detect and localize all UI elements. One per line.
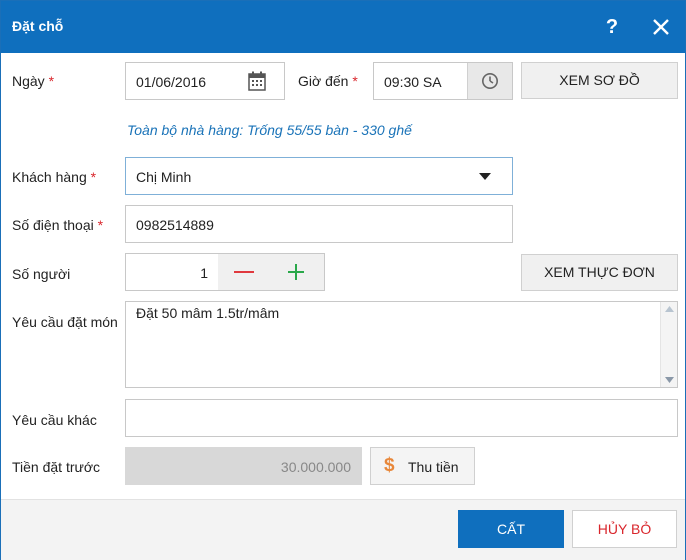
dish-request-label: Yêu cầu đặt món (12, 314, 118, 330)
scroll-up-icon[interactable] (665, 306, 674, 312)
dollar-icon: $ (384, 455, 395, 476)
deposit-field: 30.000.000 (125, 447, 362, 485)
textarea-scrollbar[interactable] (660, 302, 677, 387)
dish-request-value: Đặt 50 mâm 1.5tr/mâm (136, 305, 280, 321)
guests-value-box[interactable]: 1 (126, 254, 218, 290)
cancel-button[interactable]: HỦY BỎ (572, 510, 677, 548)
date-label: Ngày * (12, 73, 55, 89)
calendar-icon (248, 71, 266, 91)
dialog-title: Đặt chỗ (12, 18, 64, 34)
title-bar: Đặt chỗ ? (1, 1, 685, 53)
plus-icon (288, 264, 304, 280)
guests-label: Số người (12, 266, 71, 282)
guests-stepper: 1 (125, 253, 325, 291)
time-label: Giờ đến * (298, 73, 358, 89)
dish-request-textarea[interactable]: Đặt 50 mâm 1.5tr/mâm (125, 301, 678, 388)
phone-value: 0982514889 (136, 217, 214, 233)
deposit-value: 30.000.000 (280, 459, 351, 475)
availability-info: Toàn bộ nhà hàng: Trống 55/55 bàn - 330 … (127, 122, 412, 138)
date-value: 01/06/2016 (136, 74, 207, 90)
help-button[interactable]: ? (599, 13, 625, 41)
time-value: 09:30 SA (384, 74, 442, 90)
customer-label: Khách hàng * (12, 169, 97, 185)
date-picker-button[interactable] (248, 71, 266, 94)
phone-label: Số điện thoại * (12, 217, 104, 233)
date-field[interactable]: 01/06/2016 (125, 62, 285, 100)
save-button[interactable]: CẤT (458, 510, 564, 548)
guests-value: 1 (200, 265, 208, 281)
customer-value: Chị Minh (136, 169, 192, 185)
time-picker-button[interactable] (467, 63, 512, 99)
caret-down-icon (479, 173, 491, 180)
booking-dialog: Đặt chỗ ? Ngày * 01/06/2016 Giờ đến * 09… (0, 0, 686, 560)
dialog-footer: CẤT HỦY BỎ (1, 499, 685, 560)
scroll-down-icon[interactable] (665, 377, 674, 383)
increase-guests-button[interactable] (278, 260, 314, 284)
other-request-label: Yêu cầu khác (12, 412, 97, 428)
phone-field[interactable]: 0982514889 (125, 205, 513, 243)
other-request-field[interactable] (125, 399, 678, 437)
close-icon (653, 19, 669, 35)
clock-icon (482, 73, 498, 89)
minus-icon (234, 271, 254, 273)
deposit-label: Tiền đặt trước (12, 459, 101, 475)
view-map-button[interactable]: XEM SƠ ĐỒ (521, 62, 678, 99)
time-field[interactable]: 09:30 SA (373, 62, 513, 100)
close-button[interactable] (647, 13, 675, 41)
collect-payment-button[interactable]: $ Thu tiền (370, 447, 475, 485)
view-menu-button[interactable]: XEM THỰC ĐƠN (521, 254, 678, 291)
customer-select[interactable]: Chị Minh (125, 157, 513, 195)
decrease-guests-button[interactable] (226, 262, 262, 282)
collect-payment-label: Thu tiền (408, 459, 459, 475)
